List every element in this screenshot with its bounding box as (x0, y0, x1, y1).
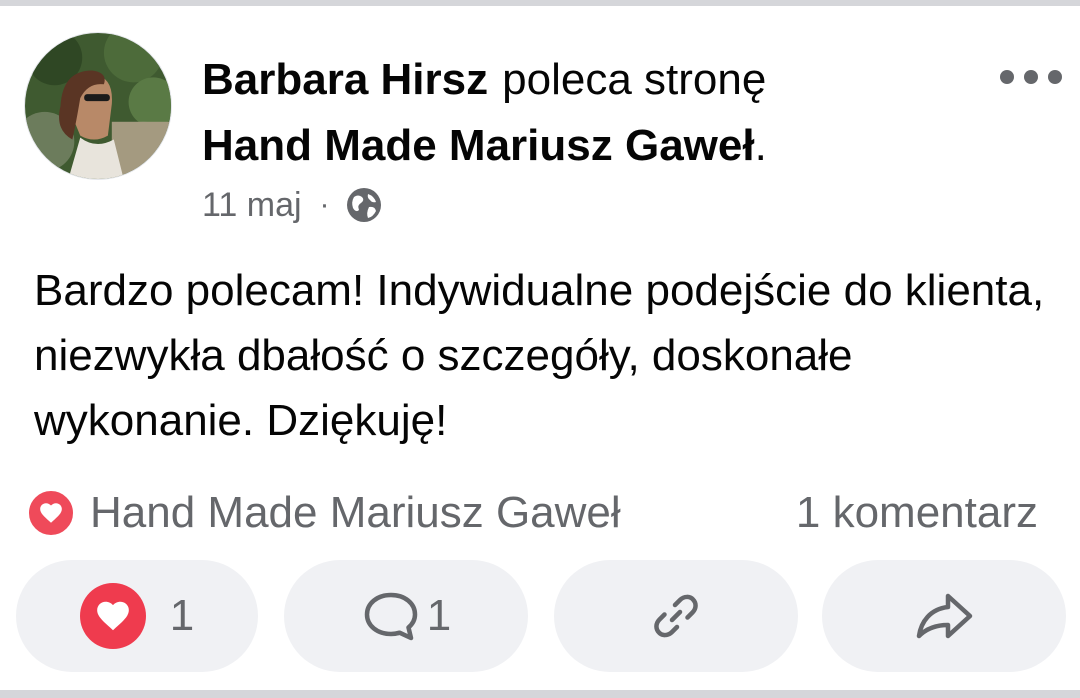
comment-button[interactable]: 1 (284, 560, 528, 672)
comment-icon (361, 589, 421, 643)
share-icon (914, 590, 974, 642)
globe-icon (344, 185, 384, 225)
post-text: Bardzo polecam! Indywidualne podejście d… (34, 266, 1045, 445)
more-dot (1000, 70, 1014, 84)
share-button[interactable] (822, 560, 1066, 672)
like-button[interactable]: 1 (16, 560, 258, 672)
action-bar: 1 1 (16, 560, 1066, 672)
avatar[interactable] (24, 32, 172, 180)
post-header: Barbara Hirsz poleca stronę (202, 52, 766, 108)
more-dot (1024, 70, 1038, 84)
more-dot (1048, 70, 1062, 84)
like-count: 1 (169, 591, 195, 640)
header-verb: poleca stronę (502, 55, 767, 104)
page-name-suffix: . (754, 121, 767, 170)
top-edge (0, 0, 1080, 6)
meta-separator: · (319, 188, 330, 221)
link-icon (648, 588, 704, 644)
heart-icon[interactable] (26, 488, 76, 538)
post-header-target: Hand Made Mariusz Gaweł. (202, 118, 767, 174)
reaction-name[interactable]: Hand Made Mariusz Gaweł (90, 488, 621, 538)
author-name[interactable]: Barbara Hirsz (202, 55, 488, 104)
copy-link-button[interactable] (554, 560, 798, 672)
post-meta: 11 maj · (202, 182, 384, 228)
comments-count-link[interactable]: 1 komentarz (796, 488, 1038, 538)
reactions-summary: Hand Made Mariusz Gaweł 1 komentarz (26, 484, 1056, 542)
heart-icon (79, 583, 146, 649)
avatar-photo (25, 33, 171, 179)
comment-count: 1 (426, 591, 452, 640)
more-options-icon[interactable] (1000, 62, 1062, 92)
post-date[interactable]: 11 maj (202, 186, 302, 225)
page-name-link[interactable]: Hand Made Mariusz Gaweł (202, 121, 755, 170)
bottom-edge (0, 690, 1080, 698)
